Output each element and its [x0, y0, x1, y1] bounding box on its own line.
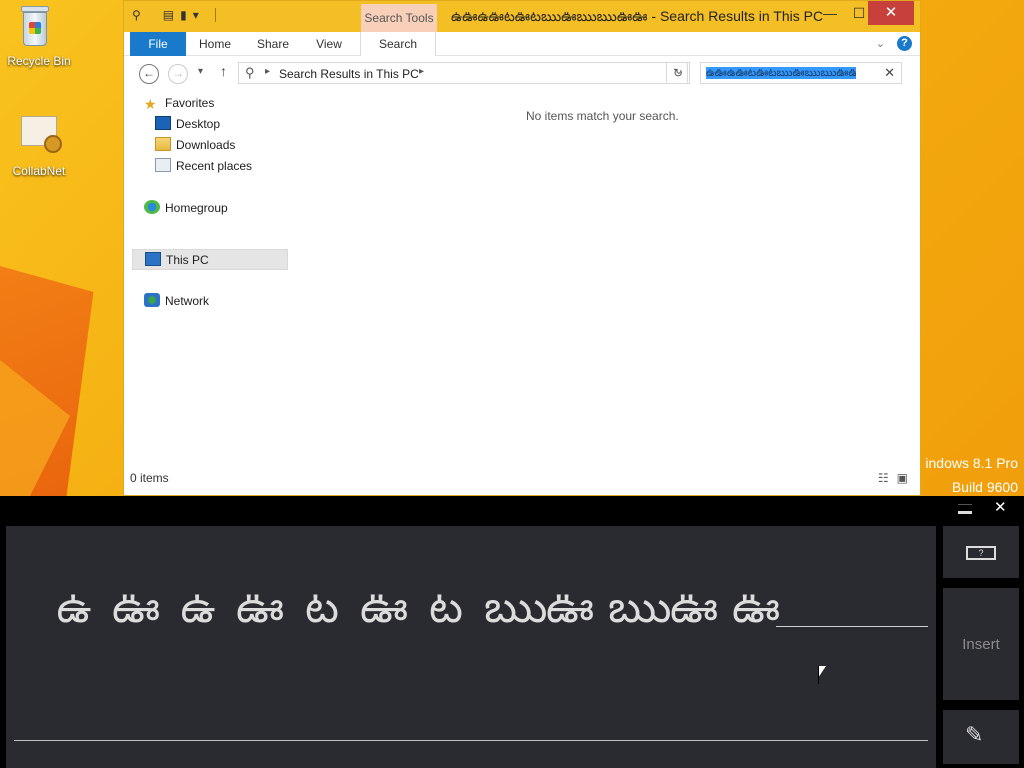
pen-icon: ✎ [965, 722, 984, 747]
nav-item-favorites[interactable]: ★ Favorites [144, 93, 214, 114]
properties-icon[interactable]: ▤ [163, 8, 174, 22]
insert-label: Insert [962, 636, 1000, 653]
address-bar[interactable]: ⚲ ▸ Search Results in This PC ▸ ⌄ [238, 62, 688, 84]
nav-item-desktop[interactable]: Desktop [155, 114, 220, 135]
search-query[interactable]: ఉఊఉఊటఊటఋఊఋఋఊఊ [706, 65, 856, 81]
ribbon-right-controls: ⌄ ? [876, 36, 912, 51]
refresh-button[interactable]: ↻ [666, 62, 690, 84]
nav-label: Downloads [176, 138, 236, 152]
desktop-icon-recycle-bin[interactable]: Recycle Bin [1, 6, 77, 68]
forward-button[interactable]: → [168, 64, 188, 84]
computer-icon [145, 252, 161, 266]
recognized-glyph[interactable]: ఊ [732, 580, 780, 636]
star-icon: ★ [144, 96, 157, 112]
search-icon: ⚲ [245, 65, 255, 80]
recent-locations-dropdown[interactable]: ▾ [198, 66, 203, 77]
recognized-glyph[interactable]: ఊ [670, 580, 718, 636]
recognized-glyph[interactable]: ట [422, 580, 470, 636]
chevron-right-icon[interactable]: ▸ [419, 66, 424, 77]
nav-label: Recent places [176, 159, 253, 173]
mouse-pointer-icon [818, 666, 826, 684]
writing-area[interactable]: ఉ ఊ ఉ ఊ ట ఊ ట ఋ ఊ ఋ ఊ ఊ [6, 526, 936, 768]
keyboard-toggle-button[interactable]: ? [943, 526, 1019, 578]
tab-search[interactable]: Search [360, 32, 436, 56]
title-bar: ⚲ ▤ ▮ ▾ Search Tools ఉఊఉఊటఊటఋఊఋఋఊఊ - Sea… [124, 1, 920, 32]
minimize-button[interactable]: — [816, 1, 844, 25]
help-icon[interactable]: ? [897, 36, 912, 51]
desktop-icon-label: CollabNet [12, 164, 66, 178]
navigation-pane: ★ Favorites Desktop Downloads Recent plac… [130, 93, 288, 463]
tab-share[interactable]: Share [248, 32, 298, 56]
recognized-glyph[interactable]: ఊ [546, 580, 594, 636]
ribbon-tabs: File Home Share View Search ⌄ ? [124, 32, 920, 56]
search-box[interactable]: ఉఊఉఊటఊటఋఊఋఋఊఊ ✕ [700, 62, 902, 84]
recognized-glyph[interactable]: ఋ [608, 580, 671, 636]
recognized-glyph[interactable]: ఊ [236, 580, 284, 636]
handwriting-input-panel: ✕ ఉ ఊ ఉ ఊ ట ఊ ట ఋ ఊ ఋ ఊ ఊ ? Insert ✎ [0, 496, 1024, 768]
certificate-icon [19, 116, 62, 162]
desktop-icon [155, 116, 171, 130]
downloads-folder-icon [155, 137, 171, 151]
recognized-glyph[interactable]: ఉ [174, 580, 222, 636]
tab-view[interactable]: View [304, 32, 354, 56]
nav-item-recent-places[interactable]: Recent places [155, 156, 252, 177]
search-tools-context-label: Search Tools [361, 4, 437, 32]
nav-label: This PC [166, 253, 209, 267]
status-item-count: 0 items [130, 471, 169, 485]
view-toggle: ☷ ▣ [878, 471, 908, 485]
empty-results-message: No items match your search. [526, 109, 679, 123]
panel-minimize-button[interactable] [958, 504, 972, 514]
nav-label: Homegroup [165, 201, 228, 215]
writing-baseline [14, 740, 928, 741]
nav-label: Favorites [165, 96, 215, 110]
quick-access-toolbar: ⚲ ▤ ▮ ▾ [132, 8, 216, 22]
keyboard-icon: ? [966, 546, 996, 560]
chevron-down-icon[interactable]: ▾ [193, 8, 199, 22]
recognized-glyph[interactable]: ట [298, 580, 346, 636]
file-explorer-window: ⚲ ▤ ▮ ▾ Search Tools ఉఊఉఊటఊటఋఊఋఋఊఊ - Sea… [123, 0, 921, 496]
clear-search-button[interactable]: ✕ [884, 65, 895, 81]
nav-item-downloads[interactable]: Downloads [155, 135, 235, 156]
handwriting-mode-button[interactable]: ✎ [943, 710, 1019, 764]
nav-item-network[interactable]: Network [144, 291, 209, 312]
nav-label: Desktop [176, 117, 221, 131]
recognized-glyph[interactable]: ఊ [112, 580, 160, 636]
window-title: ఉఊఉఊటఊటఋఊఋఋఊఊ - Search Results in This P… [451, 8, 824, 24]
recognized-glyphs: ఉ ఊ ఉ ఊ ట ఊ ట ఋ ఊ ఋ ఊ ఊ [50, 580, 780, 636]
close-button[interactable]: ✕ [868, 1, 914, 25]
new-folder-icon[interactable]: ▮ [180, 8, 187, 22]
homegroup-icon [144, 200, 160, 214]
network-icon [144, 293, 160, 307]
nav-item-this-pc[interactable]: This PC [132, 249, 288, 270]
chevron-right-icon[interactable]: ▸ [265, 66, 270, 77]
insert-button[interactable]: Insert [943, 588, 1019, 700]
windows-watermark-build: Build 9600 [951, 479, 1018, 495]
recycle-bin-icon [19, 6, 59, 52]
nav-label: Network [165, 294, 210, 308]
up-button[interactable]: ↑ [220, 63, 227, 79]
large-icons-view-icon[interactable]: ▣ [897, 471, 908, 485]
desktop-icon-label: Recycle Bin [7, 54, 71, 68]
navigation-bar: ← → ▾ ↑ ⚲ ▸ Search Results in This PC ▸ … [124, 56, 920, 90]
windows-watermark-edition: indows 8.1 Pro [925, 455, 1018, 471]
tab-home[interactable]: Home [190, 32, 240, 56]
recognized-glyph[interactable]: ఉ [50, 580, 98, 636]
divider [214, 8, 216, 22]
back-button[interactable]: ← [139, 64, 159, 84]
writing-guide-line [776, 626, 928, 627]
details-view-icon[interactable]: ☷ [878, 471, 889, 485]
nav-item-homegroup[interactable]: Homegroup [144, 198, 228, 219]
recent-places-icon [155, 158, 171, 172]
tab-file[interactable]: File [130, 32, 186, 56]
desktop-icon-collabnet[interactable]: CollabNet [1, 110, 77, 178]
panel-close-button[interactable]: ✕ [994, 498, 1007, 516]
recognized-glyph[interactable]: ఊ [360, 580, 408, 636]
address-path[interactable]: Search Results in This PC [279, 67, 419, 81]
recognized-glyph[interactable]: ఋ [484, 580, 547, 636]
search-icon[interactable]: ⚲ [132, 8, 141, 22]
expand-ribbon-icon[interactable]: ⌄ [876, 37, 885, 50]
search-query-text: ఉఊఉఊటఊటఋఊఋఋఊఊ [706, 67, 856, 79]
